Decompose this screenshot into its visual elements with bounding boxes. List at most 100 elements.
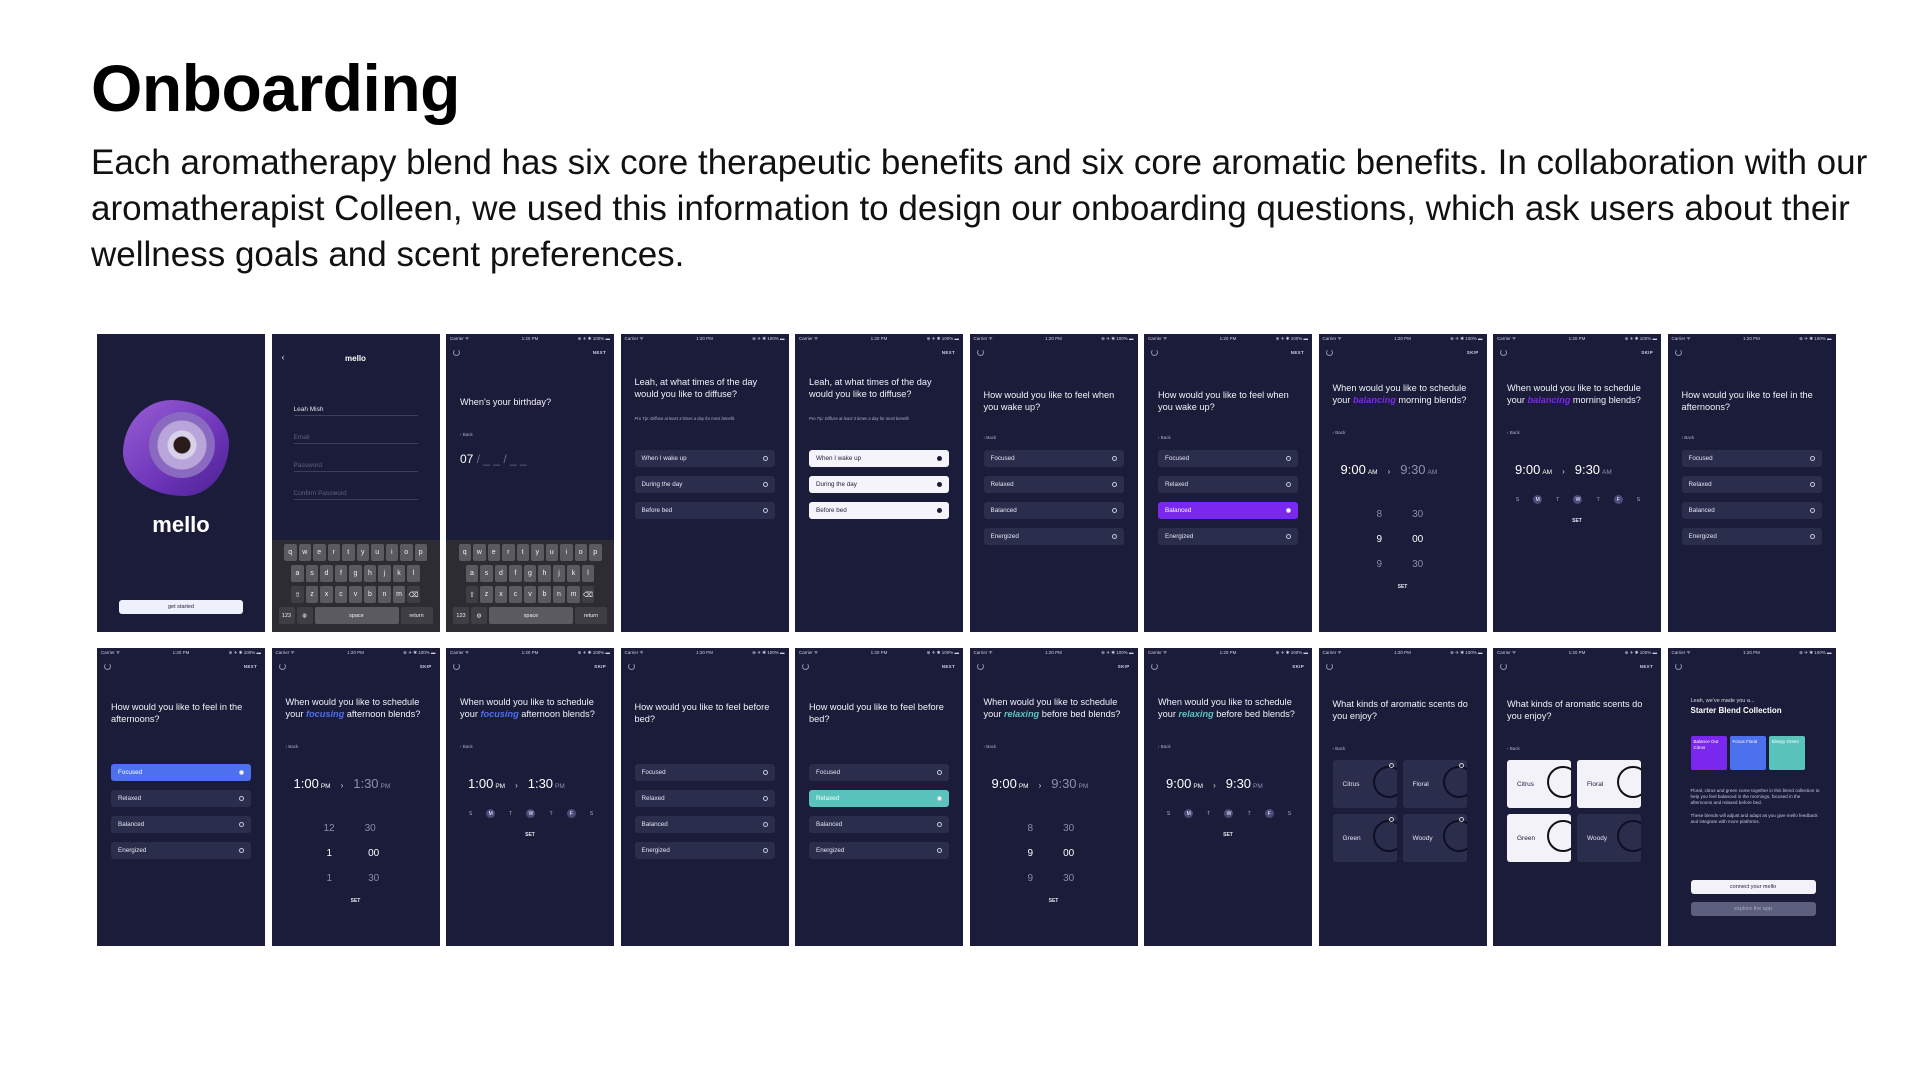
key[interactable]: e xyxy=(313,544,326,561)
skip-button[interactable]: SKIP xyxy=(1292,664,1304,669)
keyboard[interactable]: qwertyuiop asdfghjkl ⇧ zxcvbnm ⌫ 123 ◍ s… xyxy=(446,540,614,632)
key[interactable]: d xyxy=(320,565,333,582)
option-wake[interactable]: When I wake up xyxy=(809,450,949,467)
key[interactable]: q xyxy=(458,544,471,561)
day-toggle[interactable]: S xyxy=(1285,809,1294,818)
set-button[interactable]: SET xyxy=(1319,584,1487,590)
key[interactable]: o xyxy=(574,544,587,561)
key[interactable]: r xyxy=(327,544,340,561)
option-wake[interactable]: When I wake up xyxy=(634,450,775,467)
return-key[interactable]: return xyxy=(400,607,433,624)
day-toggle[interactable]: T xyxy=(506,809,515,818)
key[interactable]: j xyxy=(378,565,391,582)
back-link[interactable]: ‹ Back xyxy=(1507,746,1520,751)
skip-button[interactable]: SKIP xyxy=(1118,664,1130,669)
set-button[interactable]: SET xyxy=(446,832,614,838)
key[interactable]: p xyxy=(414,544,427,561)
key[interactable]: u xyxy=(545,544,558,561)
back-link[interactable]: ‹ Back xyxy=(1158,435,1171,440)
key[interactable]: h xyxy=(363,565,377,582)
scent-green[interactable]: Green xyxy=(1507,814,1571,862)
shift-key-icon[interactable]: ⇧ xyxy=(291,586,304,603)
option-relaxed[interactable]: Relaxed xyxy=(983,476,1124,493)
key[interactable]: l xyxy=(407,565,420,582)
key[interactable]: x xyxy=(320,586,333,603)
explore-button[interactable]: explore the app xyxy=(1690,902,1816,916)
set-button[interactable]: SET xyxy=(970,898,1138,904)
delete-key-icon[interactable]: ⌫ xyxy=(581,586,595,603)
scent-woody[interactable]: Woody xyxy=(1577,814,1641,862)
option-focused[interactable]: Focused xyxy=(111,764,251,781)
key[interactable]: a xyxy=(291,565,304,582)
email-field[interactable]: Email xyxy=(293,430,418,444)
key[interactable]: y xyxy=(531,544,544,561)
time-range[interactable]: 9:00 AM › 9:30 AM xyxy=(1341,462,1477,477)
key[interactable]: b xyxy=(538,586,551,603)
option-balanced[interactable]: Balanced xyxy=(1158,502,1298,519)
option-focused[interactable]: Focused xyxy=(1158,450,1298,467)
key[interactable]: d xyxy=(494,565,508,582)
day-toggle[interactable]: M xyxy=(1533,495,1543,504)
key[interactable]: b xyxy=(363,586,377,603)
back-link[interactable]: ‹ Back xyxy=(984,435,997,440)
option-focused[interactable]: Focused xyxy=(1681,450,1822,467)
next-button[interactable]: NEXT xyxy=(942,350,955,355)
confirm-password-field[interactable]: Confirm Password xyxy=(293,486,418,500)
key[interactable]: o xyxy=(400,544,413,561)
numbers-key[interactable]: 123 xyxy=(278,607,295,624)
option-balanced[interactable]: Balanced xyxy=(111,816,251,833)
option-day[interactable]: During the day xyxy=(634,476,775,493)
key[interactable]: r xyxy=(502,544,515,561)
blend-card[interactable]: Sleepy Green xyxy=(1768,736,1805,770)
shift-key-icon[interactable]: ⇧ xyxy=(465,586,479,603)
time-range[interactable]: 9:00 PM › 9:30 PM xyxy=(992,776,1128,791)
option-relaxed[interactable]: Relaxed xyxy=(809,790,949,807)
day-toggle[interactable]: M xyxy=(486,809,496,818)
option-energized[interactable]: Energized xyxy=(1158,528,1298,545)
key[interactable]: x xyxy=(494,586,508,603)
next-button[interactable]: NEXT xyxy=(942,664,955,669)
key[interactable]: a xyxy=(465,565,479,582)
key[interactable]: s xyxy=(305,565,319,582)
key[interactable]: p xyxy=(589,544,602,561)
blend-card[interactable]: Balance Out Citrus xyxy=(1690,736,1727,770)
time-range[interactable]: 1:00 PM › 1:30 PM xyxy=(294,776,430,791)
day-toggle[interactable]: T xyxy=(1245,809,1254,818)
option-relaxed[interactable]: Relaxed xyxy=(1681,476,1822,493)
next-button[interactable]: NEXT xyxy=(593,350,606,355)
day-toggle[interactable]: S xyxy=(1634,495,1643,504)
scent-floral[interactable]: Floral xyxy=(1577,760,1641,808)
option-relaxed[interactable]: Relaxed xyxy=(1158,476,1298,493)
option-focused[interactable]: Focused xyxy=(634,764,775,781)
time-picker[interactable]: 12 30 1 00 1 30 xyxy=(324,816,380,891)
day-selector[interactable]: SMTWTFS xyxy=(466,809,596,818)
scent-citrus[interactable]: Citrus xyxy=(1507,760,1571,808)
option-focused[interactable]: Focused xyxy=(809,764,949,781)
key[interactable]: s xyxy=(480,565,493,582)
skip-button[interactable]: SKIP xyxy=(1467,350,1479,355)
set-button[interactable]: SET xyxy=(272,898,440,904)
next-button[interactable]: NEXT xyxy=(244,664,257,669)
key[interactable]: z xyxy=(480,586,493,603)
option-balanced[interactable]: Balanced xyxy=(983,502,1124,519)
back-link[interactable]: ‹ Back xyxy=(1158,744,1171,749)
globe-key-icon[interactable]: ◍ xyxy=(471,607,487,624)
option-energized[interactable]: Energized xyxy=(1681,528,1822,545)
back-link[interactable]: ‹ Back xyxy=(286,744,299,749)
scent-woody[interactable]: Woody xyxy=(1402,814,1467,862)
option-focused[interactable]: Focused xyxy=(983,450,1124,467)
option-relaxed[interactable]: Relaxed xyxy=(634,790,775,807)
key[interactable]: l xyxy=(581,565,595,582)
scent-citrus[interactable]: Citrus xyxy=(1332,760,1397,808)
blend-card[interactable]: Focus Floral xyxy=(1729,736,1766,770)
set-button[interactable]: SET xyxy=(1144,832,1312,838)
connect-button[interactable]: connect your mello xyxy=(1690,880,1816,894)
key[interactable]: e xyxy=(487,544,500,561)
option-bed[interactable]: Before bed xyxy=(634,502,775,519)
option-energized[interactable]: Energized xyxy=(809,842,949,859)
option-relaxed[interactable]: Relaxed xyxy=(111,790,251,807)
back-link[interactable]: ‹ Back xyxy=(1333,746,1346,751)
birthday-input[interactable]: 07 / _ _ / _ _ xyxy=(460,452,527,466)
name-field[interactable]: Leah Mish xyxy=(293,402,418,416)
get-started-button[interactable]: get started xyxy=(119,600,243,614)
